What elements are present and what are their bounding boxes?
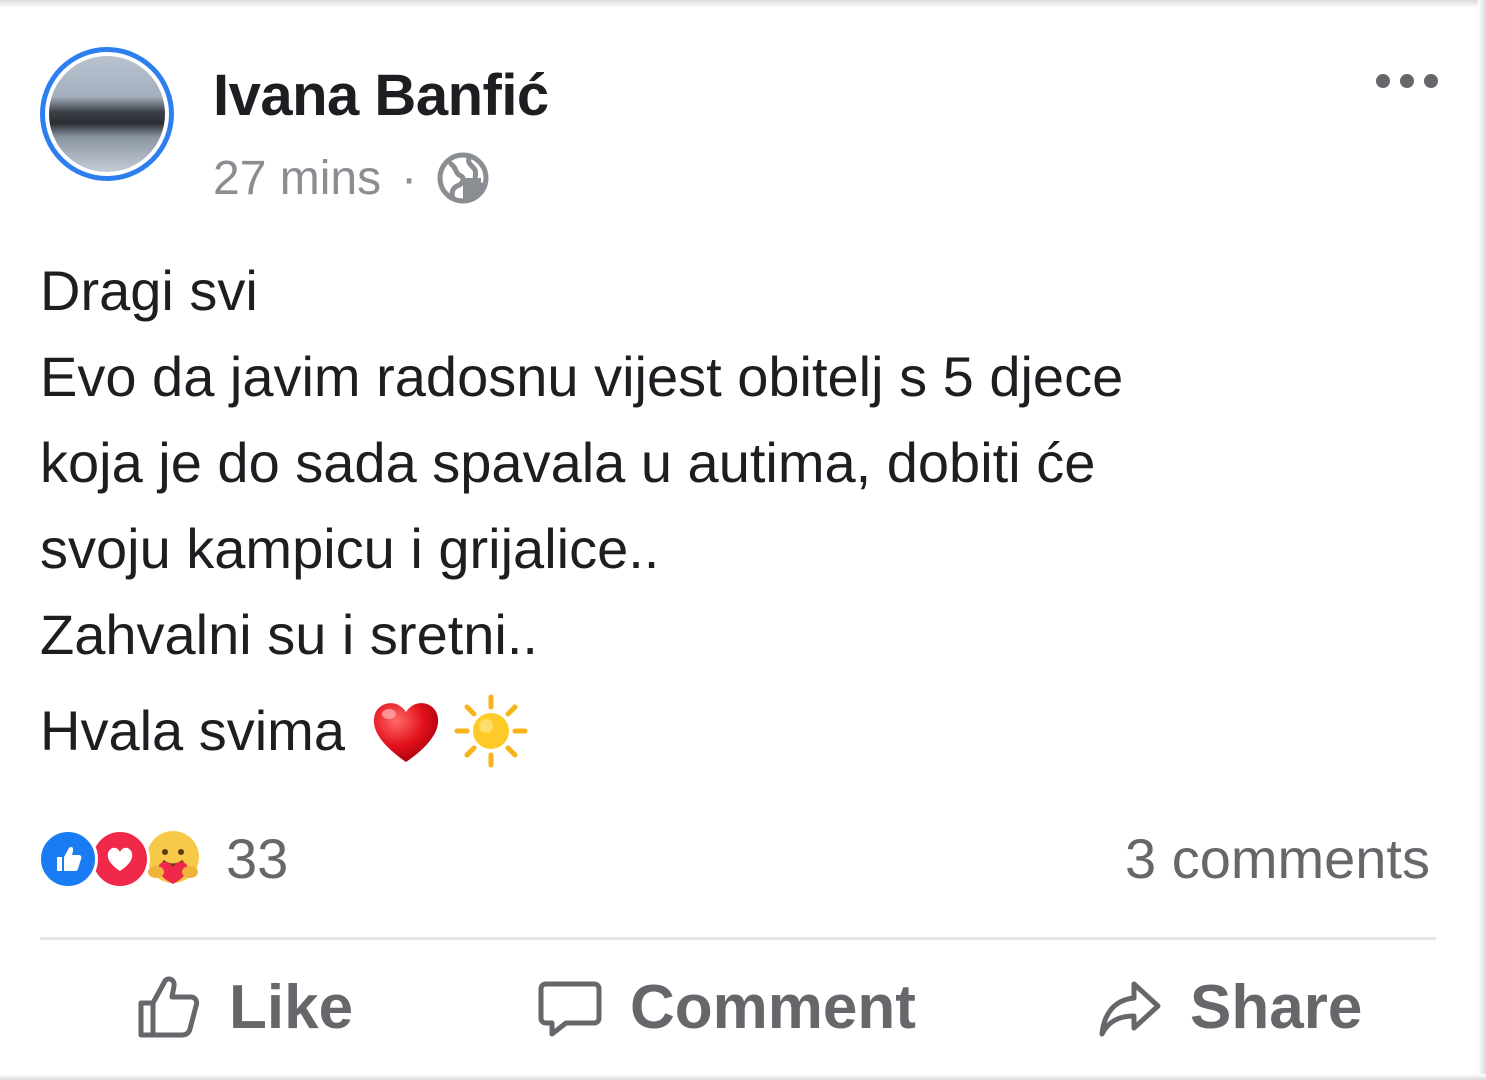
share-label: Share [1190, 973, 1363, 1042]
more-dot [1400, 74, 1414, 88]
care-emoji-icon [147, 830, 199, 884]
divider [40, 937, 1436, 940]
avatar[interactable] [40, 47, 174, 181]
meta-separator: · [401, 151, 418, 205]
post-card: Ivana Banfić 27 mins · Dragi svi Evo da … [0, 0, 1486, 1080]
bottom-edge [0, 1074, 1486, 1080]
comments-count-link[interactable]: 3 comments [1125, 826, 1430, 891]
heart-icon [107, 847, 133, 871]
post-time[interactable]: 27 mins [213, 151, 381, 206]
share-arrow-icon [1099, 981, 1161, 1036]
globe-icon[interactable] [435, 150, 491, 206]
post-line: Evo da javim radosnu vijest obitelj s 5 … [40, 345, 1124, 408]
comment-button[interactable]: Comment [536, 972, 916, 1043]
love-reaction-icon [90, 828, 150, 889]
like-button[interactable]: Like [133, 972, 353, 1043]
care-reaction-icon [142, 828, 204, 890]
author-name[interactable]: Ivana Banfić [213, 62, 549, 129]
reactions-summary[interactable]: 33 [38, 826, 288, 891]
post-meta: 27 mins · [213, 150, 491, 206]
post-line: Dragi svi [40, 259, 258, 322]
more-dot [1424, 74, 1438, 88]
like-label: Like [229, 973, 354, 1042]
post-line: svoju kampicu i grijalice.. [40, 517, 660, 580]
post-line: Zahvalni su i sretni.. [40, 603, 538, 666]
avatar-photo [49, 56, 165, 172]
more-options-icon[interactable] [1376, 68, 1438, 94]
comment-label: Comment [630, 973, 916, 1042]
thumbs-up-icon [57, 846, 82, 871]
post-text: Dragi svi Evo da javim radosnu vijest ob… [40, 248, 1440, 774]
red-heart-icon [373, 703, 439, 762]
post-line: koja je do sada spavala u autima, dobiti… [40, 431, 1096, 494]
thumbs-up-icon [138, 975, 200, 1037]
comment-bubble-icon [538, 981, 602, 1036]
post-line-closing: Hvala svima [40, 688, 1440, 774]
share-button[interactable]: Share [1096, 972, 1362, 1043]
top-edge [0, 0, 1486, 8]
right-edge [1478, 0, 1486, 1080]
like-reaction-icon [38, 828, 98, 889]
sun-icon [454, 694, 528, 768]
more-dot [1376, 74, 1390, 88]
post-line: Hvala svima [40, 699, 345, 762]
reaction-count: 33 [226, 827, 289, 890]
